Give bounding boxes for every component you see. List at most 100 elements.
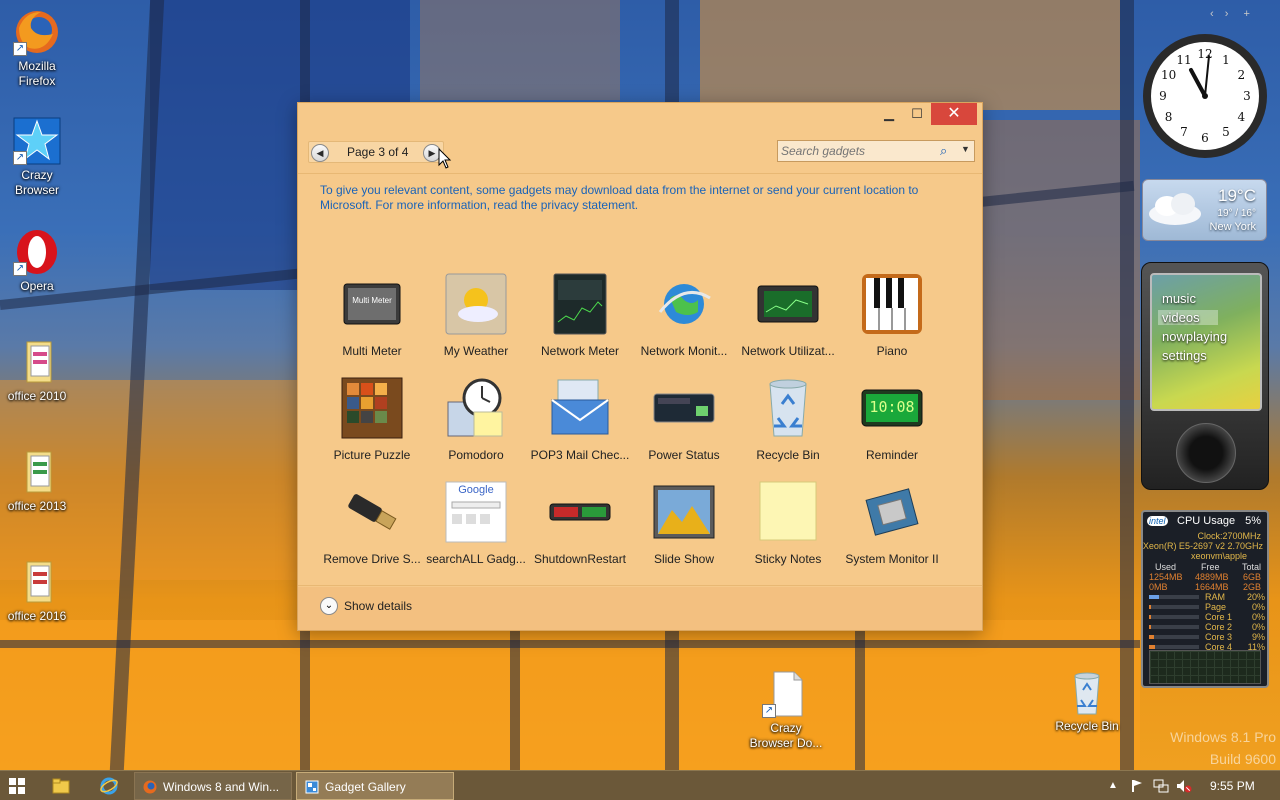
gadget-piano[interactable]: Piano — [840, 268, 944, 368]
gadget-picture-puzzle[interactable]: Picture Puzzle — [320, 372, 424, 472]
gadget-slide-show[interactable]: Slide Show — [632, 476, 736, 576]
gadget-name: Remove Drive S... — [323, 552, 421, 566]
ram-used: 1254MB — [1149, 572, 1183, 582]
gadget-pomodoro[interactable]: Pomodoro — [424, 372, 528, 472]
gadget-gallery-window: ▁ ☐ ✕ ◀ Page 3 of 4 ▶ ⌕ ▼ To give you re… — [297, 102, 983, 631]
internet-explorer-button[interactable] — [100, 772, 122, 800]
cpu-meter-track — [1149, 635, 1199, 639]
cpu-model: Xeon(R) E5-2697 v2 2.70GHz — [1142, 541, 1263, 551]
zune-menu-nowplaying[interactable]: nowplaying — [1162, 329, 1227, 344]
cpu-meter-track — [1149, 605, 1199, 609]
desktop-icon-office-2016[interactable]: office 2016 — [0, 558, 74, 624]
system-clock[interactable]: 9:55 PM — [1210, 772, 1266, 800]
privacy-notice[interactable]: To give you relevant content, some gadge… — [320, 183, 960, 213]
cpu-history-graph — [1149, 650, 1261, 684]
cpu-meter-label: RAM — [1205, 592, 1225, 602]
taskbar-task-gadget-gallery[interactable]: Gadget Gallery — [296, 772, 454, 800]
gadget-recycle-bin[interactable]: Recycle Bin — [736, 372, 840, 472]
show-details-toggle[interactable]: Show details — [344, 599, 412, 613]
page-free: 1664MB — [1195, 582, 1229, 592]
volume-muted-icon[interactable] — [1176, 772, 1194, 800]
cpu-meter-value: 0% — [1251, 612, 1265, 622]
title-bar[interactable]: ▁ ☐ ✕ — [298, 103, 982, 129]
gadget-name: Sticky Notes — [754, 552, 822, 566]
desktop-icon-label: Crazy — [770, 721, 802, 735]
action-center-icon[interactable] — [1130, 772, 1146, 800]
sidebar-next-icon[interactable]: › — [1225, 8, 1229, 20]
shortcut-arrow-icon: ↗ — [762, 704, 776, 718]
desktop-icon-crazy-browser-download[interactable]: ↗ Crazy Browser Do... — [749, 670, 823, 751]
gadget-system-monitor-ii[interactable]: System Monitor II — [840, 476, 944, 576]
gadget-name: Network Meter — [540, 344, 620, 358]
document-icon: ↗ — [762, 670, 810, 718]
gadget-name: Picture Puzzle — [333, 448, 411, 462]
gadget-reminder[interactable]: 10:08 Reminder — [840, 372, 944, 472]
cpu-meter-fill — [1149, 635, 1154, 639]
cpu-clock: Clock:2700MHz — [1197, 531, 1261, 541]
gadget-my-weather[interactable]: My Weather — [424, 268, 528, 368]
taskbar-task-firefox[interactable]: Windows 8 and Win... — [134, 772, 292, 800]
multi-meter-thumbnail: Multi Meter — [340, 272, 404, 336]
clock-gadget[interactable]: 11 10 9 8 7 6 5 4 3 2 1 12 — [1143, 34, 1267, 158]
gadget-multi-meter[interactable]: Multi Meter Multi Meter — [320, 268, 424, 368]
network-utilization-thumbnail — [756, 272, 820, 336]
weather-range: 19° / 16° — [1217, 208, 1256, 219]
crazy-browser-icon: ↗ — [13, 117, 61, 165]
gadget-sticky-notes[interactable]: Sticky Notes — [736, 476, 840, 576]
recycle-bin-icon — [756, 376, 820, 440]
intel-logo: intel — [1147, 516, 1168, 526]
page-label: Page 3 of 4 — [347, 145, 409, 159]
gadget-network-utilization[interactable]: Network Utilizat... — [736, 268, 840, 368]
desktop-icon-office-2010[interactable]: office 2010 — [0, 338, 74, 404]
sidebar-previous-icon[interactable]: ‹ — [1210, 8, 1214, 20]
cpu-meter-track — [1149, 615, 1199, 619]
zune-menu-music[interactable]: music — [1162, 291, 1196, 306]
close-button[interactable]: ✕ — [931, 103, 977, 125]
desktop-icon-office-2013[interactable]: office 2013 — [0, 448, 74, 514]
zune-menu-settings[interactable]: settings — [1162, 348, 1207, 363]
previous-page-button[interactable]: ◀ — [311, 144, 329, 162]
cpu-host: xeonvm\apple — [1190, 551, 1247, 561]
minimize-button[interactable]: ▁ — [876, 103, 902, 125]
header-divider — [298, 173, 982, 174]
desktop-icon-label: Browser — [14, 183, 59, 197]
gadget-shutdown-restart[interactable]: ShutdownRestart — [528, 476, 632, 576]
maximize-button[interactable]: ☐ — [904, 103, 930, 125]
chevron-down-icon[interactable]: ▼ — [961, 144, 970, 154]
cpu-meter-fill — [1149, 605, 1151, 609]
gadget-pop3-mail-checker[interactable]: POP3 Mail Chec... — [528, 372, 632, 472]
zune-menu-videos[interactable]: videos — [1158, 310, 1218, 325]
gadget-name: Pomodoro — [448, 448, 504, 462]
desktop-icon-crazy-browser[interactable]: ↗ Crazy Browser — [0, 117, 74, 198]
network-icon[interactable] — [1153, 772, 1169, 800]
desktop-icon-opera[interactable]: ↗ Opera — [0, 228, 74, 294]
gadget-name: POP3 Mail Chec... — [530, 448, 630, 462]
gadget-name: Multi Meter — [342, 344, 402, 358]
sidebar-add-icon[interactable]: + — [1243, 8, 1249, 20]
gadget-power-status[interactable]: Power Status — [632, 372, 736, 472]
start-button[interactable] — [8, 772, 32, 800]
chevron-down-icon[interactable]: ⌄ — [320, 597, 338, 615]
search-gadgets-box: ⌕ ▼ — [777, 140, 975, 162]
zune-media-gadget[interactable]: music videos nowplaying settings — [1141, 262, 1269, 490]
desktop-icon-recycle-bin[interactable]: Recycle Bin — [1050, 668, 1124, 734]
gadget-network-meter[interactable]: Network Meter — [528, 268, 632, 368]
gadget-searchall[interactable]: Google searchALL Gadg... — [424, 476, 528, 576]
weather-gadget[interactable]: 19°C 19° / 16° New York — [1142, 179, 1267, 241]
desktop-icon-firefox[interactable]: ↗ Mozilla Firefox — [0, 8, 74, 89]
show-hidden-icons-button[interactable]: ▲ — [1108, 772, 1120, 800]
desktop-icon-label: Crazy — [21, 168, 53, 182]
windows-logo-icon — [9, 778, 25, 794]
shortcut-arrow-icon: ↗ — [13, 262, 27, 276]
file-explorer-button[interactable] — [52, 772, 74, 800]
cpu-usage-gadget[interactable]: intel CPU Usage 5% Clock:2700MHz Xeon(R)… — [1141, 510, 1269, 688]
gadget-remove-drive-safely[interactable]: Remove Drive S... — [320, 476, 424, 576]
gadget-network-monitor[interactable]: Network Monit... — [632, 268, 736, 368]
footer-divider — [298, 585, 982, 586]
search-icon[interactable]: ⌕ — [940, 143, 947, 159]
search-input[interactable] — [781, 143, 931, 159]
firefox-icon — [143, 780, 157, 794]
recycle-bin-icon — [1063, 668, 1111, 716]
folder-icon — [52, 778, 70, 794]
zune-pad[interactable] — [1176, 423, 1236, 483]
